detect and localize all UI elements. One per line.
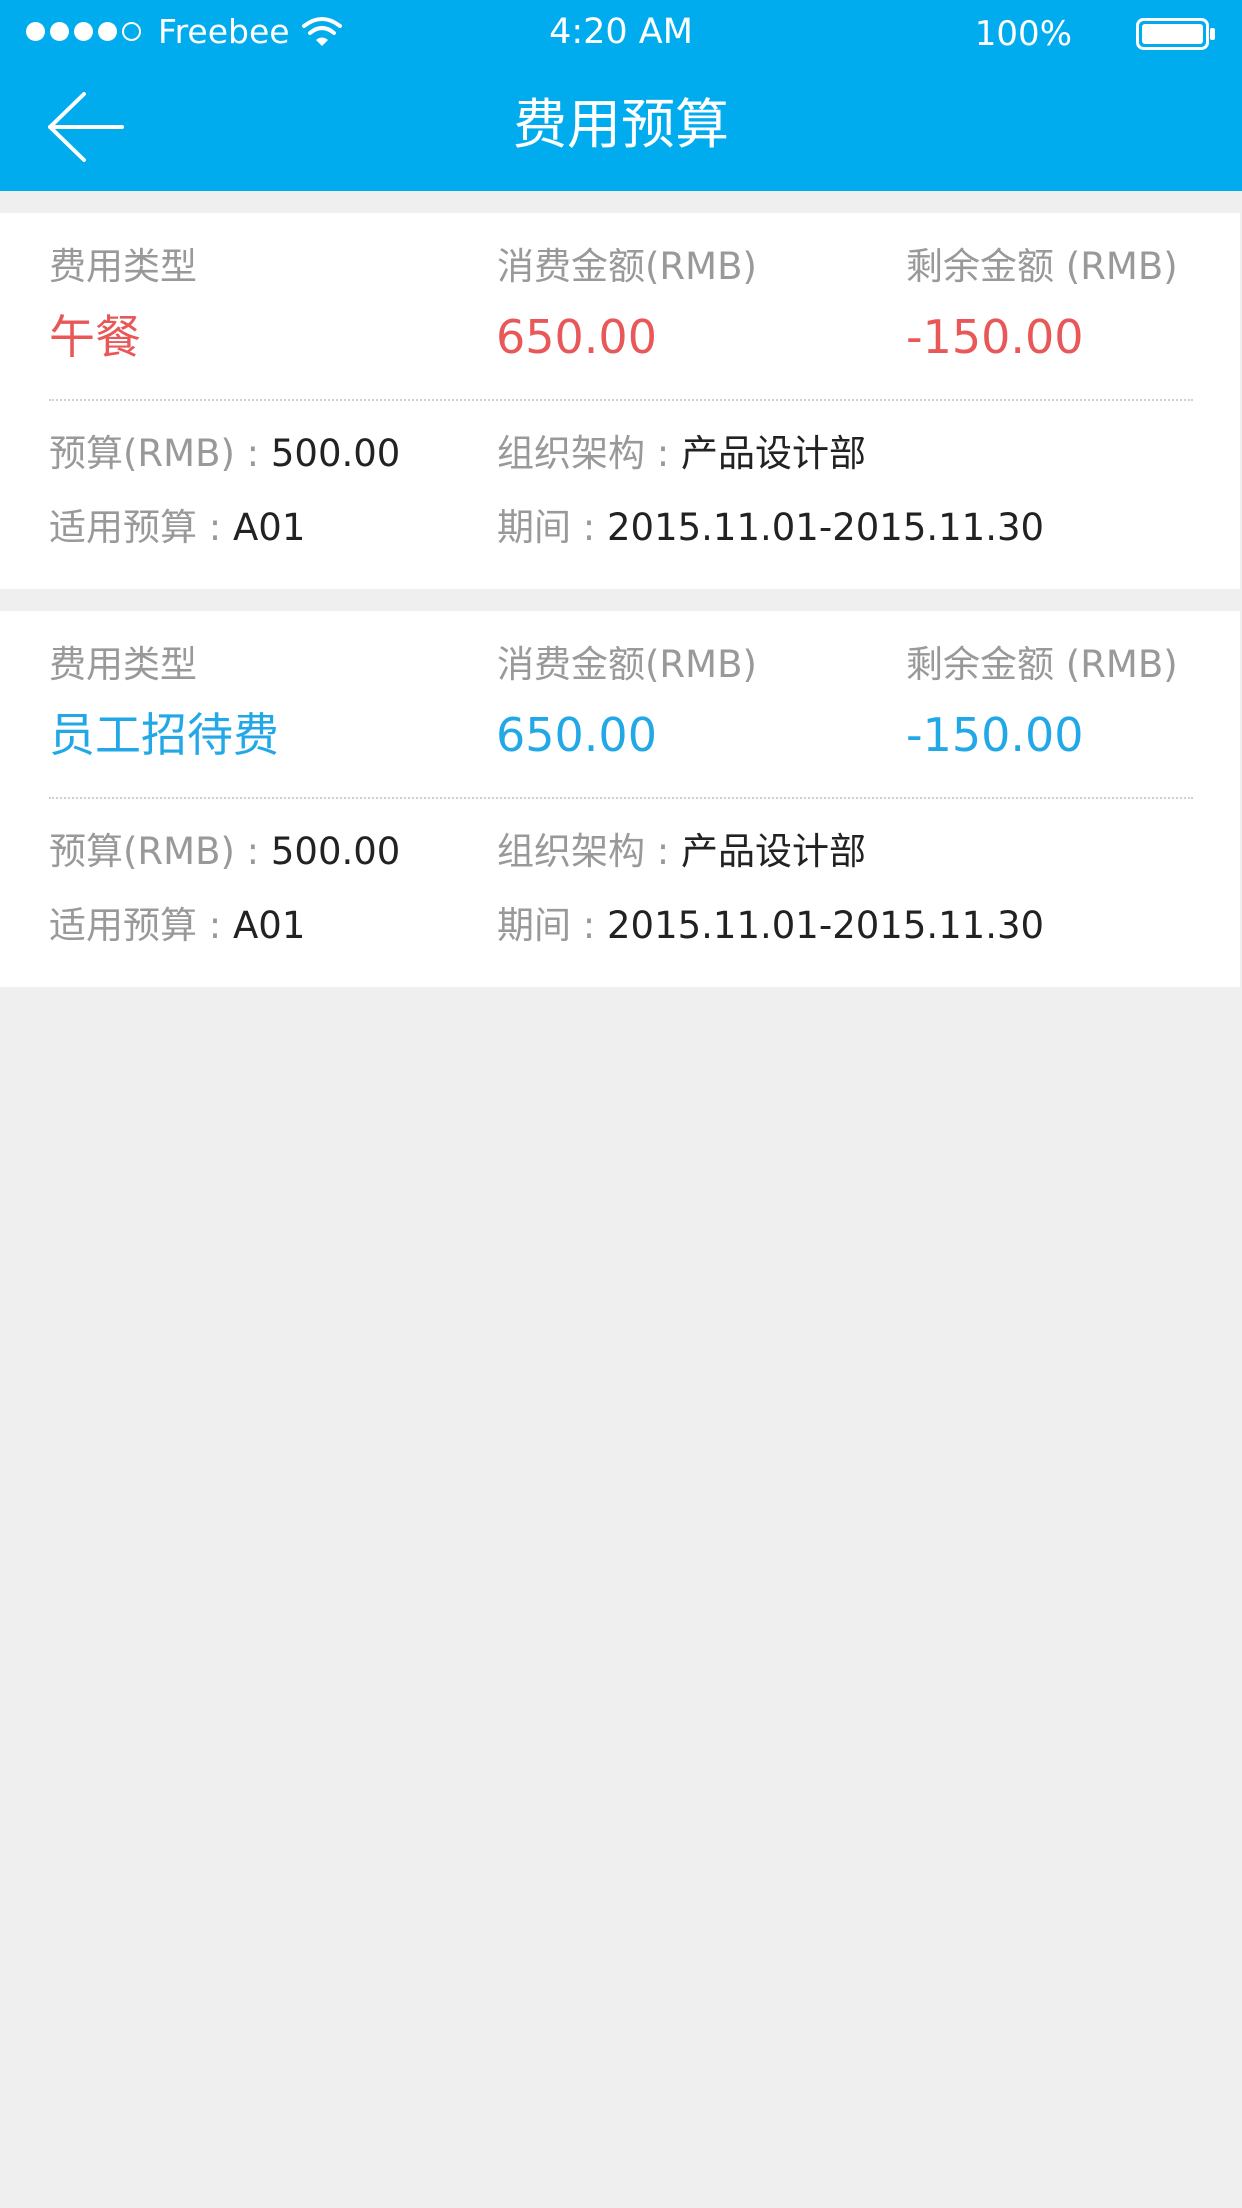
budget-label: 预算(RMB) : [49, 432, 271, 475]
applicable-budget-value: A01 [233, 904, 306, 947]
org-detail: 组织架构 : 产品设计部 [497, 830, 866, 874]
battery-percentage: 100% [974, 14, 1072, 54]
budget-label: 预算(RMB) : [49, 830, 271, 873]
budget-value: 500.00 [270, 432, 401, 475]
org-value: 产品设计部 [681, 830, 866, 873]
applicable-budget-detail: 适用预算 : A01 [49, 904, 305, 948]
remaining-amount-value: -150.00 [906, 310, 1084, 364]
budget-record-card[interactable]: 费用类型 消费金额(RMB) 剩余金额 (RMB) 员工招待费 650.00 -… [0, 611, 1240, 987]
applicable-budget-label: 适用预算 : [49, 506, 233, 549]
budget-detail: 预算(RMB) : 500.00 [49, 830, 400, 874]
spent-amount-label: 消费金额(RMB) [497, 245, 757, 288]
expense-type-value: 午餐 [49, 310, 141, 364]
period-label: 期间 : [497, 904, 607, 947]
budget-value: 500.00 [270, 830, 401, 873]
dotted-divider [49, 797, 1193, 799]
remaining-amount-label: 剩余金额 (RMB) [906, 643, 1178, 686]
applicable-budget-detail: 适用预算 : A01 [49, 506, 305, 550]
page-title: 费用预算 [513, 93, 729, 156]
battery-icon [1136, 18, 1215, 50]
org-label: 组织架构 : [497, 830, 681, 873]
nav-bar: Freebee 4:20 AM 100% 费用预算 [0, 0, 1242, 191]
remaining-amount-value: -150.00 [906, 708, 1084, 762]
period-label: 期间 : [497, 506, 607, 549]
budget-detail: 预算(RMB) : 500.00 [49, 432, 400, 476]
period-detail: 期间 : 2015.11.01-2015.11.30 [497, 904, 1044, 948]
period-detail: 期间 : 2015.11.01-2015.11.30 [497, 506, 1044, 550]
spent-amount-label: 消费金额(RMB) [497, 643, 757, 686]
org-label: 组织架构 : [497, 432, 681, 475]
spent-amount-value: 650.00 [496, 708, 657, 762]
expense-type-value: 员工招待费 [49, 708, 279, 762]
remaining-amount-label: 剩余金额 (RMB) [906, 245, 1178, 288]
period-value: 2015.11.01-2015.11.30 [607, 506, 1045, 549]
org-value: 产品设计部 [681, 432, 866, 475]
expense-type-label: 费用类型 [49, 643, 197, 686]
period-value: 2015.11.01-2015.11.30 [607, 904, 1045, 947]
applicable-budget-value: A01 [233, 506, 306, 549]
budget-record-card[interactable]: 费用类型 消费金额(RMB) 剩余金额 (RMB) 午餐 650.00 -150… [0, 213, 1240, 589]
spent-amount-value: 650.00 [496, 310, 657, 364]
applicable-budget-label: 适用预算 : [49, 904, 233, 947]
expense-type-label: 费用类型 [49, 245, 197, 288]
org-detail: 组织架构 : 产品设计部 [497, 432, 866, 476]
dotted-divider [49, 399, 1193, 401]
status-bar: Freebee 4:20 AM 100% [0, 0, 1242, 64]
